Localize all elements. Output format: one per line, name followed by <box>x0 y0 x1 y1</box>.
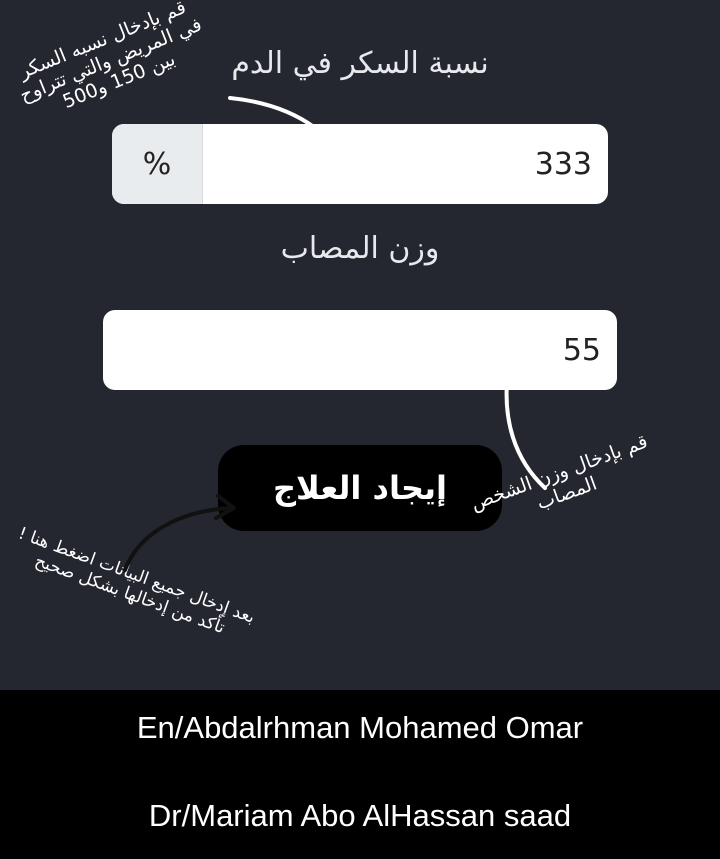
footer-credit-2: Dr/Mariam Abo AlHassan saad <box>148 798 572 833</box>
footer: En/Abdalrhman Mohamed Omar Dr/Mariam Abo… <box>0 690 720 859</box>
annotation-arrows <box>123 96 547 572</box>
footer-credit-1: En/Abdalrhman Mohamed Omar <box>136 710 584 745</box>
arrow-to-sugar-input-icon <box>228 96 358 192</box>
arrow-to-weight-input-icon <box>504 370 547 490</box>
